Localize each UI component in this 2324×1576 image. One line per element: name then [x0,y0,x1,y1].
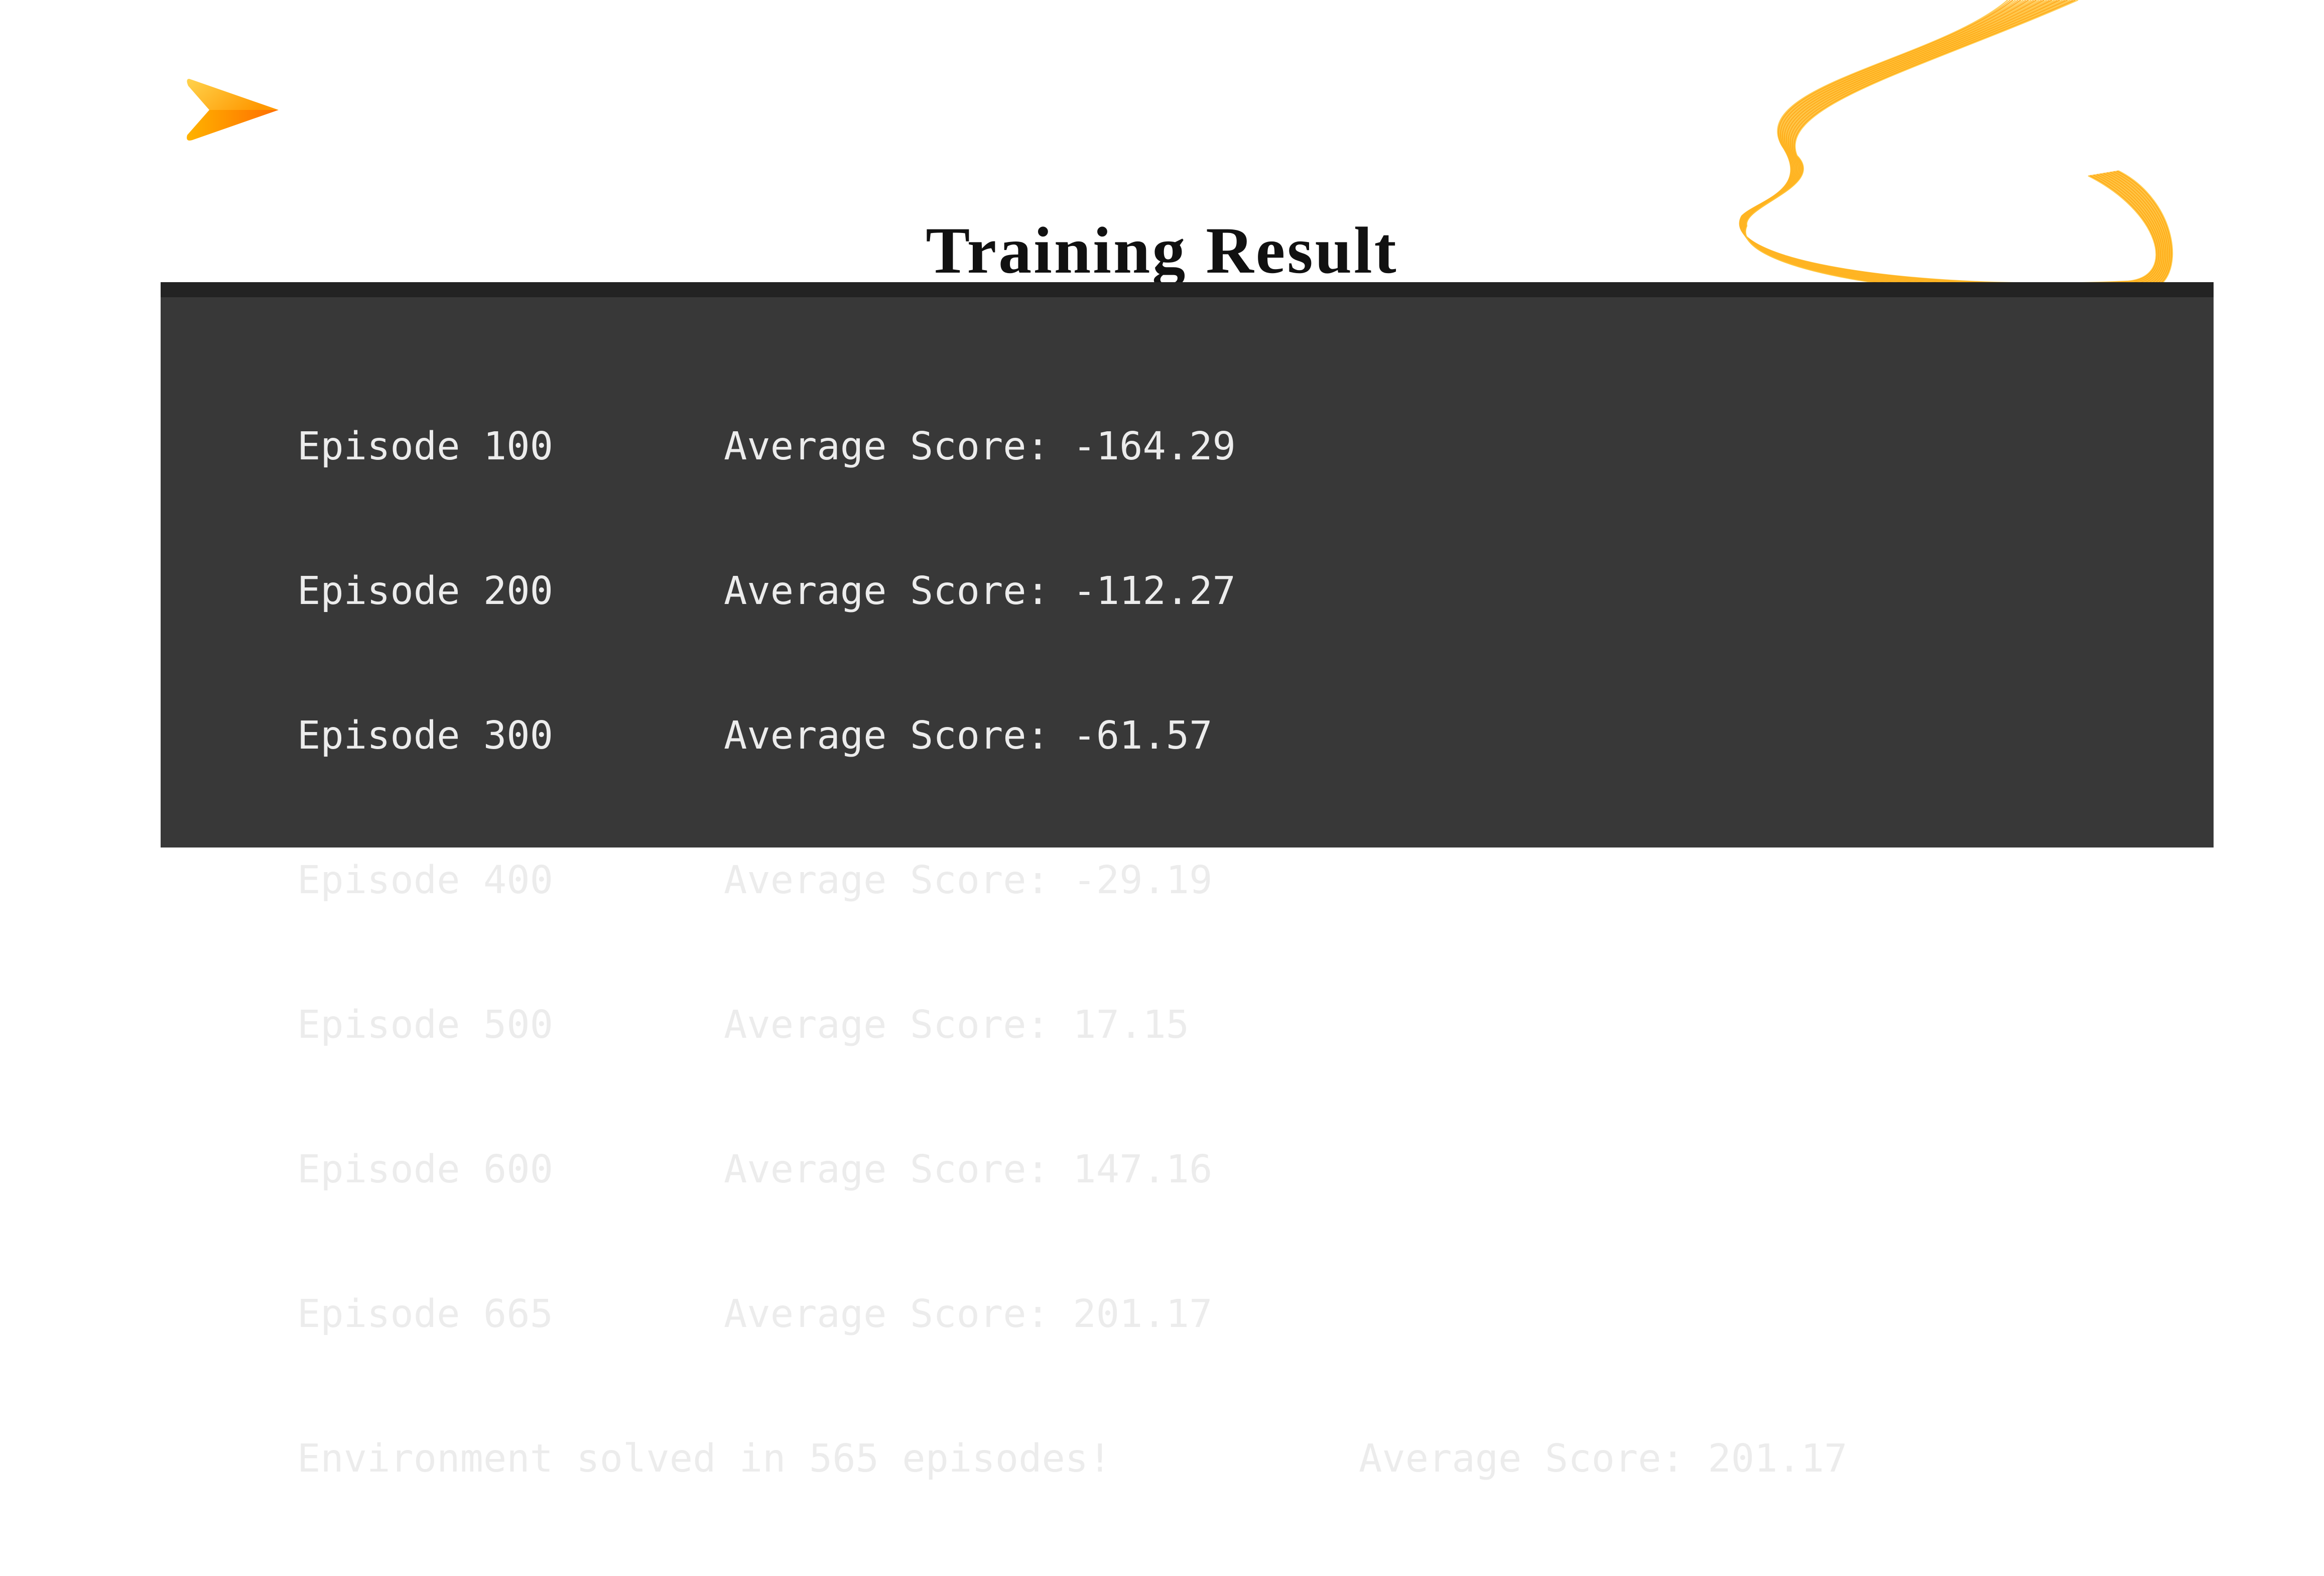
log-line: Episode 300 Average Score: -61.57 [297,708,1848,764]
average-score: Average Score: -164.29 [724,424,1236,469]
episode-label: Episode 400 [297,858,553,903]
log-line: Episode 400 Average Score: -29.19 [297,853,1848,908]
solved-message: Environment solved in 565 episodes! [297,1436,1112,1481]
average-score: Average Score: 201.17 [724,1292,1213,1337]
page-title: Training Result [926,213,1398,288]
log-line: Episode 500 Average Score: 17.15 [297,998,1848,1053]
terminal-top-bar [161,282,2214,297]
final-average-score: Average Score: 201.17 [1359,1436,1848,1481]
episode-label: Episode 300 [297,713,553,758]
average-score: Average Score: -61.57 [724,713,1213,758]
training-log: Episode 100 Average Score: -164.29 Episod… [297,330,1848,1576]
average-score: Average Score: 17.15 [724,1003,1190,1047]
episode-label: Episode 665 [297,1292,553,1337]
solved-line: Environment solved in 565 episodes! Avera… [297,1431,1848,1487]
episode-label: Episode 200 [297,569,553,614]
log-line: Episode 600 Average Score: 147.16 [297,1142,1848,1197]
average-score: Average Score: -112.27 [724,569,1236,614]
log-line: Episode 100 Average Score: -164.29 [297,419,1848,474]
log-line: Episode 200 Average Score: -112.27 [297,564,1848,619]
average-score: Average Score: -29.19 [724,858,1213,903]
play-arrow-logo-icon [187,79,279,141]
episode-label: Episode 100 [297,424,553,469]
log-line: Episode 665 Average Score: 201.17 [297,1287,1848,1342]
average-score: Average Score: 147.16 [724,1147,1213,1192]
episode-label: Episode 600 [297,1147,553,1192]
terminal-output-panel: Episode 100 Average Score: -164.29 Episod… [161,282,2214,1481]
episode-label: Episode 500 [297,1003,553,1047]
